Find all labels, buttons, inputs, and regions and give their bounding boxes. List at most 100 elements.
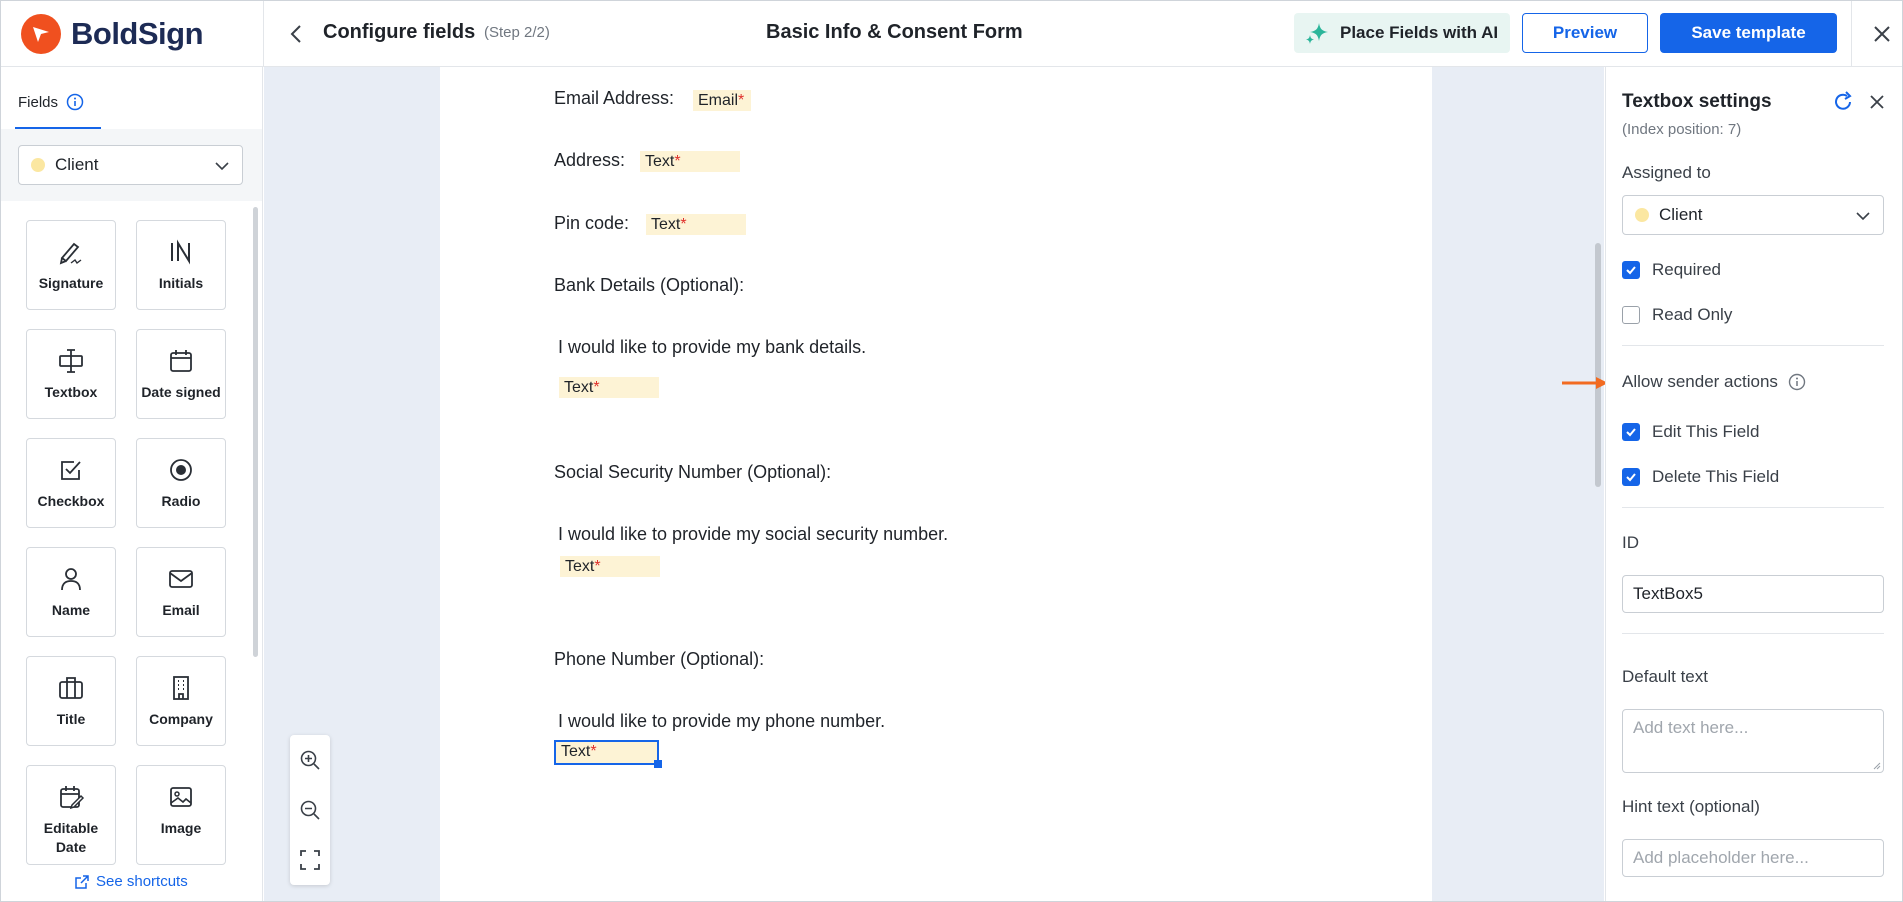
- assigned-to-dropdown[interactable]: Client: [1622, 195, 1884, 235]
- zoom-out-button[interactable]: [295, 795, 325, 825]
- bank-field[interactable]: Text*: [559, 377, 659, 398]
- field-tile-label: Email: [162, 602, 200, 618]
- step-indicator: (Step 2/2): [484, 24, 550, 41]
- brand-logo[interactable]: BoldSign: [21, 14, 204, 54]
- default-text-textarea[interactable]: Add text here...: [1622, 709, 1884, 773]
- field-tile-textbox[interactable]: Textbox: [26, 329, 116, 419]
- field-tile-signature[interactable]: Signature: [26, 220, 116, 310]
- required-asterisk: *: [593, 379, 600, 396]
- field-tile-radio[interactable]: Radio: [136, 438, 226, 528]
- field-tile-initials[interactable]: Initials: [136, 220, 226, 310]
- top-header: BoldSign Configure fields (Step 2/2) Bas…: [1, 1, 1902, 67]
- panel-close-button[interactable]: [1864, 89, 1890, 115]
- preview-button[interactable]: Preview: [1522, 13, 1648, 53]
- checkbox-unchecked-icon: [1622, 306, 1640, 324]
- default-text-placeholder: Add text here...: [1633, 718, 1749, 737]
- pin-field[interactable]: Text*: [646, 214, 746, 235]
- resize-handle[interactable]: [654, 760, 662, 768]
- external-link-icon: [75, 874, 89, 889]
- signer-color-dot: [31, 158, 45, 172]
- field-tile-company[interactable]: Company: [136, 656, 226, 746]
- edit-field-checkbox[interactable]: Edit This Field: [1622, 422, 1759, 442]
- fit-screen-button[interactable]: [295, 845, 325, 875]
- calendar-icon: [170, 350, 192, 372]
- phone-heading: Phone Number (Optional):: [554, 649, 765, 669]
- back-button[interactable]: [281, 19, 311, 49]
- required-asterisk: *: [738, 92, 745, 109]
- id-input[interactable]: TextBox5: [1622, 575, 1884, 613]
- field-tile-email[interactable]: Email: [136, 547, 226, 637]
- assigned-to-label: Assigned to: [1622, 163, 1711, 182]
- required-asterisk: *: [590, 743, 597, 760]
- ssn-text: I would like to provide my social securi…: [558, 524, 949, 544]
- field-tile-image[interactable]: Image: [136, 765, 226, 865]
- panel-divider: [1622, 633, 1884, 634]
- canvas-scrollbar[interactable]: [1595, 243, 1601, 487]
- bank-heading: Bank Details (Optional):: [554, 275, 745, 295]
- zoom-in-button[interactable]: [295, 745, 325, 775]
- place-fields-ai-button[interactable]: Place Fields with AI: [1294, 13, 1510, 53]
- field-tile-editable-date[interactable]: Editable Date: [26, 765, 116, 865]
- field-text: Email: [698, 92, 739, 109]
- see-shortcuts-link[interactable]: See shortcuts: [74, 873, 188, 890]
- zoom-in-icon: [300, 750, 320, 770]
- field-tile-label: Initials: [158, 275, 204, 291]
- signer-color-dot: [1635, 208, 1649, 222]
- required-checkbox[interactable]: Required: [1622, 260, 1721, 280]
- panel-title: Textbox settings: [1622, 91, 1772, 112]
- refresh-icon: [1835, 91, 1852, 110]
- building-icon: [173, 676, 189, 700]
- phone-text: I would like to provide my phone number.: [558, 711, 886, 731]
- document-page[interactable]: Email Address: Email* Address: Text* Pin…: [440, 67, 1432, 901]
- pointer-arrow-icon: [1562, 377, 1608, 389]
- checkbox-checked-icon: [1622, 468, 1640, 486]
- edit-field-label: Edit This Field: [1652, 422, 1760, 441]
- textbox-settings-panel: Textbox settings (Index position: 7) Ass…: [1605, 67, 1902, 901]
- address-field[interactable]: Text*: [640, 151, 740, 172]
- shortcuts-label: See shortcuts: [96, 873, 188, 890]
- hint-text-input[interactable]: Add placeholder here...: [1622, 839, 1884, 877]
- field-tile-date-signed[interactable]: Date signed: [136, 329, 226, 419]
- header-divider-right: [1851, 1, 1852, 67]
- field-tile-name[interactable]: Name: [26, 547, 116, 637]
- read-only-checkbox[interactable]: Read Only: [1622, 305, 1732, 325]
- email-field[interactable]: Email*: [693, 90, 751, 111]
- ssn-field[interactable]: Text*: [560, 556, 660, 577]
- field-tile-label: Name: [51, 602, 91, 618]
- field-tile-label: Radio: [161, 493, 201, 509]
- sender-actions-label: Allow sender actions: [1622, 372, 1778, 391]
- signer-dropdown[interactable]: Client: [18, 145, 243, 185]
- tab-fields-label: Fields: [18, 93, 59, 111]
- resize-grip-icon[interactable]: [1871, 760, 1881, 770]
- tab-fields[interactable]: Fields: [18, 93, 84, 111]
- info-icon[interactable]: [66, 93, 84, 111]
- field-tile-label: Signature: [38, 275, 104, 291]
- field-tile-label: Company: [149, 711, 213, 727]
- phone-field-selected[interactable]: Text*: [554, 740, 662, 768]
- close-button[interactable]: [1867, 19, 1897, 49]
- textbox-icon: [59, 349, 83, 373]
- info-icon[interactable]: [1788, 373, 1806, 391]
- hint-text-placeholder: Add placeholder here...: [1633, 848, 1809, 867]
- field-tile-checkbox[interactable]: Checkbox: [26, 438, 116, 528]
- address-label: Address:: [554, 150, 626, 170]
- sidebar-scrollbar[interactable]: [253, 207, 258, 657]
- save-template-button[interactable]: Save template: [1660, 13, 1837, 53]
- reset-button[interactable]: [1830, 89, 1856, 115]
- sparkle-icon: [1306, 23, 1328, 44]
- checkbox-checked-icon: [1622, 423, 1640, 441]
- mail-icon: [169, 570, 193, 588]
- document-canvas[interactable]: Email Address: Email* Address: Text* Pin…: [264, 67, 1604, 901]
- delete-field-checkbox[interactable]: Delete This Field: [1622, 467, 1779, 487]
- index-position: (Index position: 7): [1622, 121, 1742, 138]
- ssn-heading: Social Security Number (Optional):: [554, 462, 832, 482]
- field-text: Text: [645, 153, 675, 170]
- field-tile-title[interactable]: Title: [26, 656, 116, 746]
- field-tile-label: Date signed: [141, 384, 221, 400]
- header-divider: [263, 1, 264, 67]
- signature-icon: [59, 242, 82, 265]
- assigned-to-value: Client: [1659, 205, 1703, 224]
- hint-text-label: Hint text (optional): [1622, 797, 1760, 816]
- ai-button-label: Place Fields with AI: [1340, 23, 1499, 42]
- boldsign-logo-icon: [21, 14, 61, 54]
